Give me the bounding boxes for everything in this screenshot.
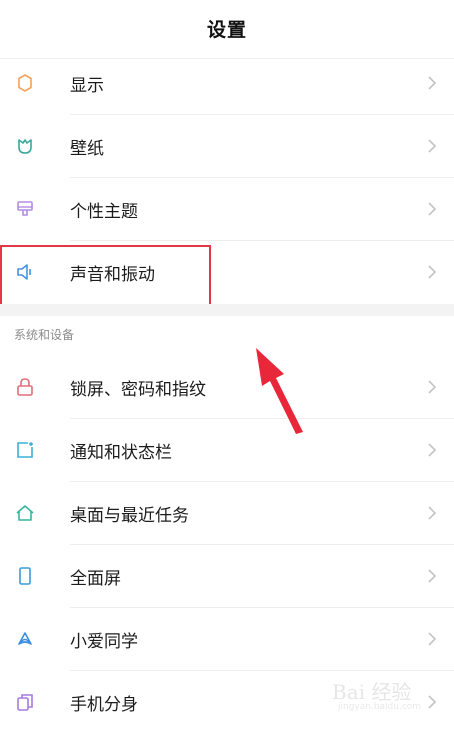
- watermark: Bai 经验 jingyan.baidu.com: [332, 674, 442, 718]
- section-gap: [0, 304, 454, 316]
- settings-item-lock-screen[interactable]: 锁屏、密码和指纹: [0, 356, 454, 418]
- highlight-box: [0, 245, 211, 307]
- watermark-url: jingyan.baidu.com: [338, 702, 422, 712]
- chevron-right-icon: [428, 506, 437, 520]
- brush-icon: [14, 198, 36, 220]
- settings-item-label: 桌面与最近任务: [70, 505, 189, 526]
- notification-icon: [14, 439, 36, 461]
- chevron-right-icon: [428, 202, 437, 216]
- lock-icon: [14, 376, 36, 398]
- chevron-right-icon: [428, 265, 437, 279]
- settings-item-home-screen[interactable]: 桌面与最近任务: [0, 482, 454, 544]
- settings-item-label: 壁纸: [70, 138, 104, 159]
- settings-item-label: 锁屏、密码和指纹: [70, 379, 206, 400]
- settings-item-wallpaper[interactable]: 壁纸: [0, 115, 454, 177]
- settings-item-label: 全面屏: [70, 568, 121, 589]
- phone-icon: [14, 565, 36, 587]
- settings-item-theme[interactable]: 个性主题: [0, 178, 454, 240]
- sun-icon: [14, 72, 36, 94]
- section-title: 系统和设备: [14, 328, 75, 342]
- settings-item-notifications[interactable]: 通知和状态栏: [0, 419, 454, 481]
- annotation-arrow-icon: [256, 348, 303, 434]
- settings-item-label: 手机分身: [70, 694, 138, 715]
- settings-item-label: 通知和状态栏: [70, 442, 172, 463]
- chevron-right-icon: [428, 569, 437, 583]
- watermark-logo: Bai 经验: [332, 680, 412, 704]
- settings-item-xiaoai[interactable]: 小爱同学: [0, 608, 454, 670]
- assistant-icon: [14, 628, 36, 650]
- chevron-right-icon: [428, 632, 437, 646]
- settings-item-display[interactable]: 显示: [0, 52, 454, 114]
- header: 设置: [0, 0, 454, 56]
- settings-item-label: 小爱同学: [70, 631, 138, 652]
- tulip-icon: [14, 135, 36, 157]
- chevron-right-icon: [428, 443, 437, 457]
- settings-item-label: 个性主题: [70, 201, 138, 222]
- settings-item-full-screen[interactable]: 全面屏: [0, 545, 454, 607]
- chevron-right-icon: [428, 139, 437, 153]
- chevron-right-icon: [428, 380, 437, 394]
- settings-item-label: 显示: [70, 75, 104, 96]
- home-icon: [14, 502, 36, 524]
- dual-phone-icon: [14, 691, 36, 713]
- page-title: 设置: [206, 18, 247, 41]
- chevron-right-icon: [428, 76, 437, 90]
